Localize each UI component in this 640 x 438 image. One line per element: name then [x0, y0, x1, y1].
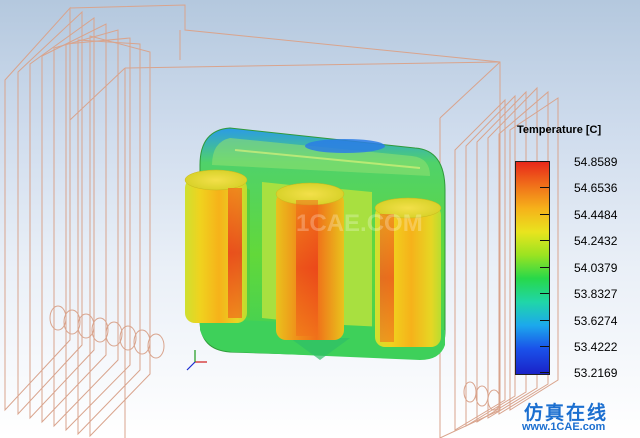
legend-level-label: 54.8589: [574, 155, 618, 169]
left-winding-wireframe: [4, 6, 165, 438]
legend-tick: [540, 187, 549, 188]
legend-title: Temperature [C]: [517, 124, 602, 136]
legend-level-label: 54.6536: [574, 181, 618, 195]
legend-level-label: 53.2169: [574, 366, 618, 380]
legend-level-label: 53.6274: [574, 314, 618, 328]
3d-viewport[interactable]: 1CAE.COM Temperature [C] 54.8589 54.6536…: [0, 0, 640, 438]
legend-level-label: 53.4222: [574, 340, 618, 354]
watermark-url: www.1CAE.com: [522, 421, 606, 433]
left-leg-winding: [184, 169, 248, 323]
legend-tick: [540, 214, 549, 215]
axis-triad-icon: [186, 350, 207, 371]
center-leg-winding: [275, 182, 345, 340]
legend-tick: [540, 240, 549, 241]
legend-level-label: 53.8327: [574, 287, 618, 301]
legend-tick: [540, 161, 549, 162]
legend-level-label: 54.4484: [574, 208, 618, 222]
legend-level-label: 54.0379: [574, 261, 618, 275]
legend-color-bar: [515, 161, 550, 375]
legend-tick: [540, 346, 549, 347]
legend-tick: [540, 320, 549, 321]
background-watermark: 1CAE.COM: [296, 210, 423, 237]
legend-level-label: 54.2432: [574, 234, 618, 248]
legend-tick: [540, 293, 549, 294]
legend-tick: [540, 372, 549, 373]
legend-tick: [540, 267, 549, 268]
